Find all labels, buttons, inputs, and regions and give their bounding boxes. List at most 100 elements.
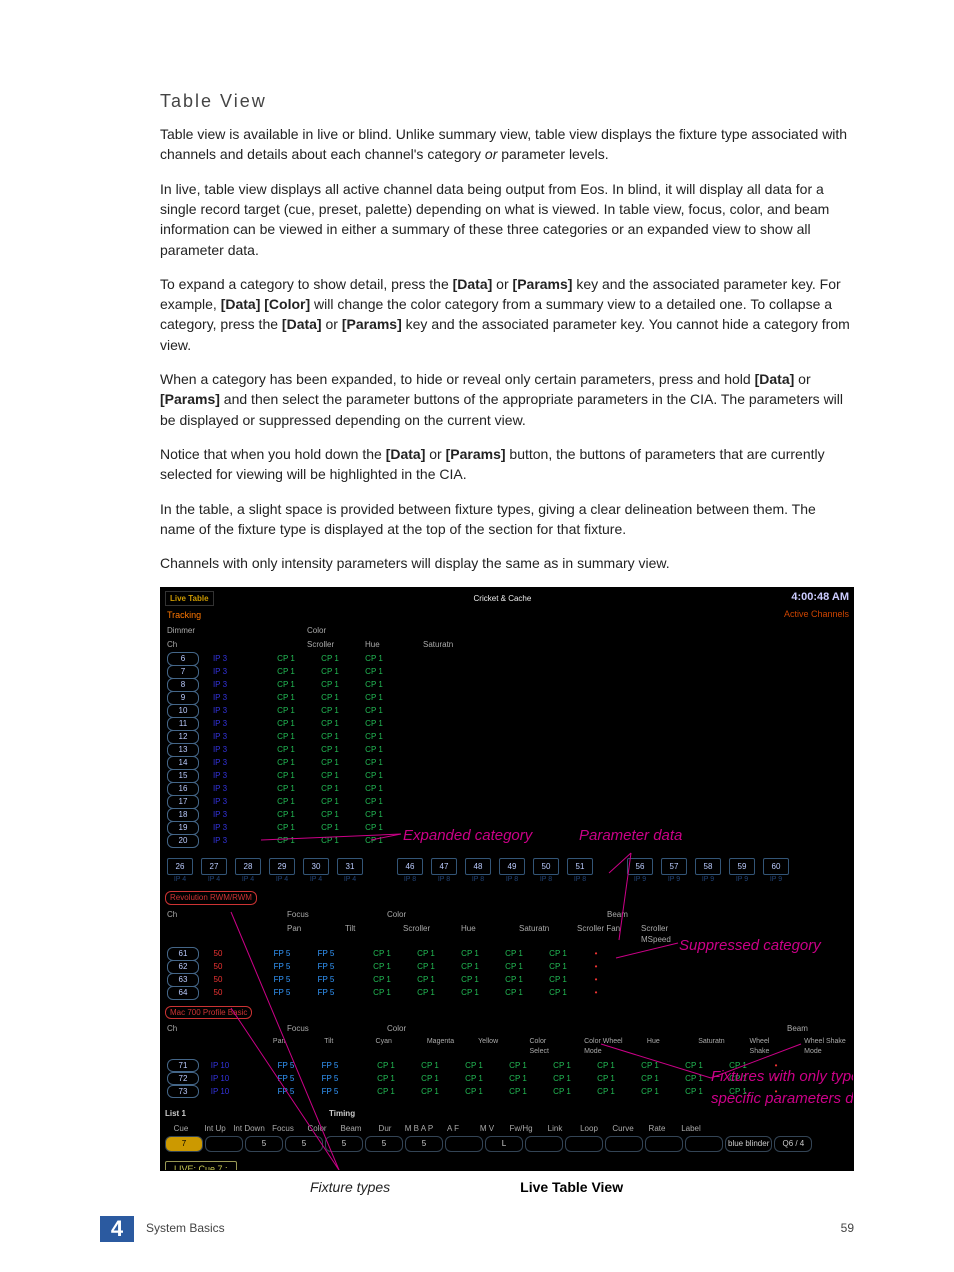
channel-number[interactable]: 11 xyxy=(167,717,199,731)
channel-number[interactable]: 10 xyxy=(167,704,199,718)
channel-number[interactable]: 28 xyxy=(235,858,261,876)
para-5: Notice that when you hold down the [Data… xyxy=(160,444,854,485)
txt: To expand a category to show detail, pre… xyxy=(160,276,453,292)
cell: CP 1 xyxy=(355,679,393,691)
cell: CP 1 xyxy=(451,987,489,999)
cell: CP 1 xyxy=(539,961,577,973)
channel-number[interactable]: 60 xyxy=(763,858,789,876)
cell: CP 1 xyxy=(355,666,393,678)
col-scroller: Scroller xyxy=(403,923,441,946)
section-revolution: Ch Focus Color Beam Pan Tilt Scroller Hu… xyxy=(161,907,853,1002)
cell: 50 xyxy=(205,948,231,960)
col-focus: Focus xyxy=(287,1023,367,1035)
channel-number[interactable]: 73 xyxy=(167,1085,199,1099)
page-number: 59 xyxy=(841,1220,854,1237)
cell: CP 1 xyxy=(495,948,533,960)
cue-header-cell: Dur xyxy=(369,1123,401,1135)
channel-number[interactable]: 27 xyxy=(201,858,227,876)
channel-number[interactable]: 14 xyxy=(167,756,199,770)
channel-number[interactable]: 51 xyxy=(567,858,593,876)
channel-number[interactable]: 50 xyxy=(533,858,559,876)
channel-number[interactable]: 26 xyxy=(167,858,193,876)
cell: CP 1 xyxy=(355,744,393,756)
cell: IP 8 xyxy=(533,875,559,885)
cell: CP 1 xyxy=(455,1086,493,1098)
channel-number[interactable]: 57 xyxy=(661,858,687,876)
channel-number[interactable]: 17 xyxy=(167,795,199,809)
cell: CP 1 xyxy=(719,1086,757,1098)
cell: IP 3 xyxy=(205,653,235,665)
cell: IP 3 xyxy=(205,666,235,678)
channel-number[interactable]: 31 xyxy=(337,858,363,876)
cue-q-label: Q6 / 4 xyxy=(774,1136,812,1152)
cell: 50 xyxy=(205,961,231,973)
channel-number[interactable]: 58 xyxy=(695,858,721,876)
cue-header-cell: A F xyxy=(437,1123,469,1135)
cue-header-cell: Int Up xyxy=(199,1123,231,1135)
cell: CP 1 xyxy=(631,1060,669,1072)
cell: IP 9 xyxy=(763,875,789,885)
caption-live-table-view: Live Table View xyxy=(520,1177,623,1197)
channel-number[interactable]: 49 xyxy=(499,858,525,876)
para-3: To expand a category to show detail, pre… xyxy=(160,274,854,355)
tab-live-table[interactable]: Live Table xyxy=(165,591,214,607)
cell: CP 1 xyxy=(267,770,305,782)
cell: IP 8 xyxy=(431,875,457,885)
channel-number[interactable]: 64 xyxy=(167,986,199,1000)
cell: FP 5 xyxy=(311,1060,349,1072)
channel-number[interactable]: 9 xyxy=(167,691,199,705)
channel-number[interactable]: 56 xyxy=(627,858,653,876)
cell: CP 1 xyxy=(267,809,305,821)
cell: CP 1 xyxy=(355,718,393,730)
cue-number[interactable]: 7 xyxy=(165,1136,203,1152)
channel-number[interactable]: 29 xyxy=(269,858,295,876)
cell: CP 1 xyxy=(543,1086,581,1098)
channel-number[interactable]: 62 xyxy=(167,960,199,974)
cell: CP 1 xyxy=(267,653,305,665)
col-color-select: Color Select xyxy=(529,1037,564,1057)
channel-number[interactable]: 15 xyxy=(167,769,199,783)
channel-number[interactable]: 19 xyxy=(167,821,199,835)
channel-number[interactable]: 6 xyxy=(167,652,199,666)
cell: CP 1 xyxy=(455,1060,493,1072)
table-row: 12IP 3CP 1CP 1CP 1 xyxy=(167,731,847,744)
channel-number[interactable]: 16 xyxy=(167,782,199,796)
cue-cell xyxy=(525,1136,563,1152)
cue-cell xyxy=(445,1136,483,1152)
channel-number[interactable]: 30 xyxy=(303,858,329,876)
channel-number[interactable]: 59 xyxy=(729,858,755,876)
cell: FP 5 xyxy=(263,987,301,999)
screenshot-live-table: Live Table Cricket & Cache 4:00:48 AM Tr… xyxy=(160,587,854,1171)
channel-number[interactable]: 71 xyxy=(167,1059,199,1073)
table-row: 13IP 3CP 1CP 1CP 1 xyxy=(167,744,847,757)
cell: IP 10 xyxy=(205,1073,235,1085)
channel-number[interactable]: 13 xyxy=(167,743,199,757)
table-row: 10IP 3CP 1CP 1CP 1 xyxy=(167,705,847,718)
cell: CP 1 xyxy=(495,974,533,986)
live-cue-indicator: LIVE: Cue 7 : xyxy=(165,1161,237,1171)
channel-number[interactable]: 72 xyxy=(167,1072,199,1086)
channel-number[interactable]: 12 xyxy=(167,730,199,744)
channel-number[interactable]: 20 xyxy=(167,834,199,848)
channel-number[interactable]: 48 xyxy=(465,858,491,876)
cell: CP 1 xyxy=(363,974,401,986)
channel-number[interactable]: 46 xyxy=(397,858,423,876)
channel-number[interactable]: 7 xyxy=(167,665,199,679)
cell: • xyxy=(763,1086,789,1098)
cell: CP 1 xyxy=(355,822,393,834)
cell: CP 1 xyxy=(311,653,349,665)
cell: IP 9 xyxy=(661,875,687,885)
cue-cell: blue blinder xyxy=(725,1136,772,1152)
cell: CP 1 xyxy=(311,809,349,821)
channel-number[interactable]: 61 xyxy=(167,947,199,961)
channel-number[interactable]: 18 xyxy=(167,808,199,822)
channel-number[interactable]: 47 xyxy=(431,858,457,876)
fixture-type-revolution: Revolution RWM/RWM xyxy=(165,891,257,905)
cell: CP 1 xyxy=(311,718,349,730)
col-beam: Beam xyxy=(607,909,628,921)
cell: CP 1 xyxy=(631,1086,669,1098)
cue-header-cell: Color xyxy=(301,1123,333,1135)
channel-number[interactable]: 8 xyxy=(167,678,199,692)
channel-number[interactable]: 63 xyxy=(167,973,199,987)
key-data: [Data] xyxy=(386,446,426,462)
